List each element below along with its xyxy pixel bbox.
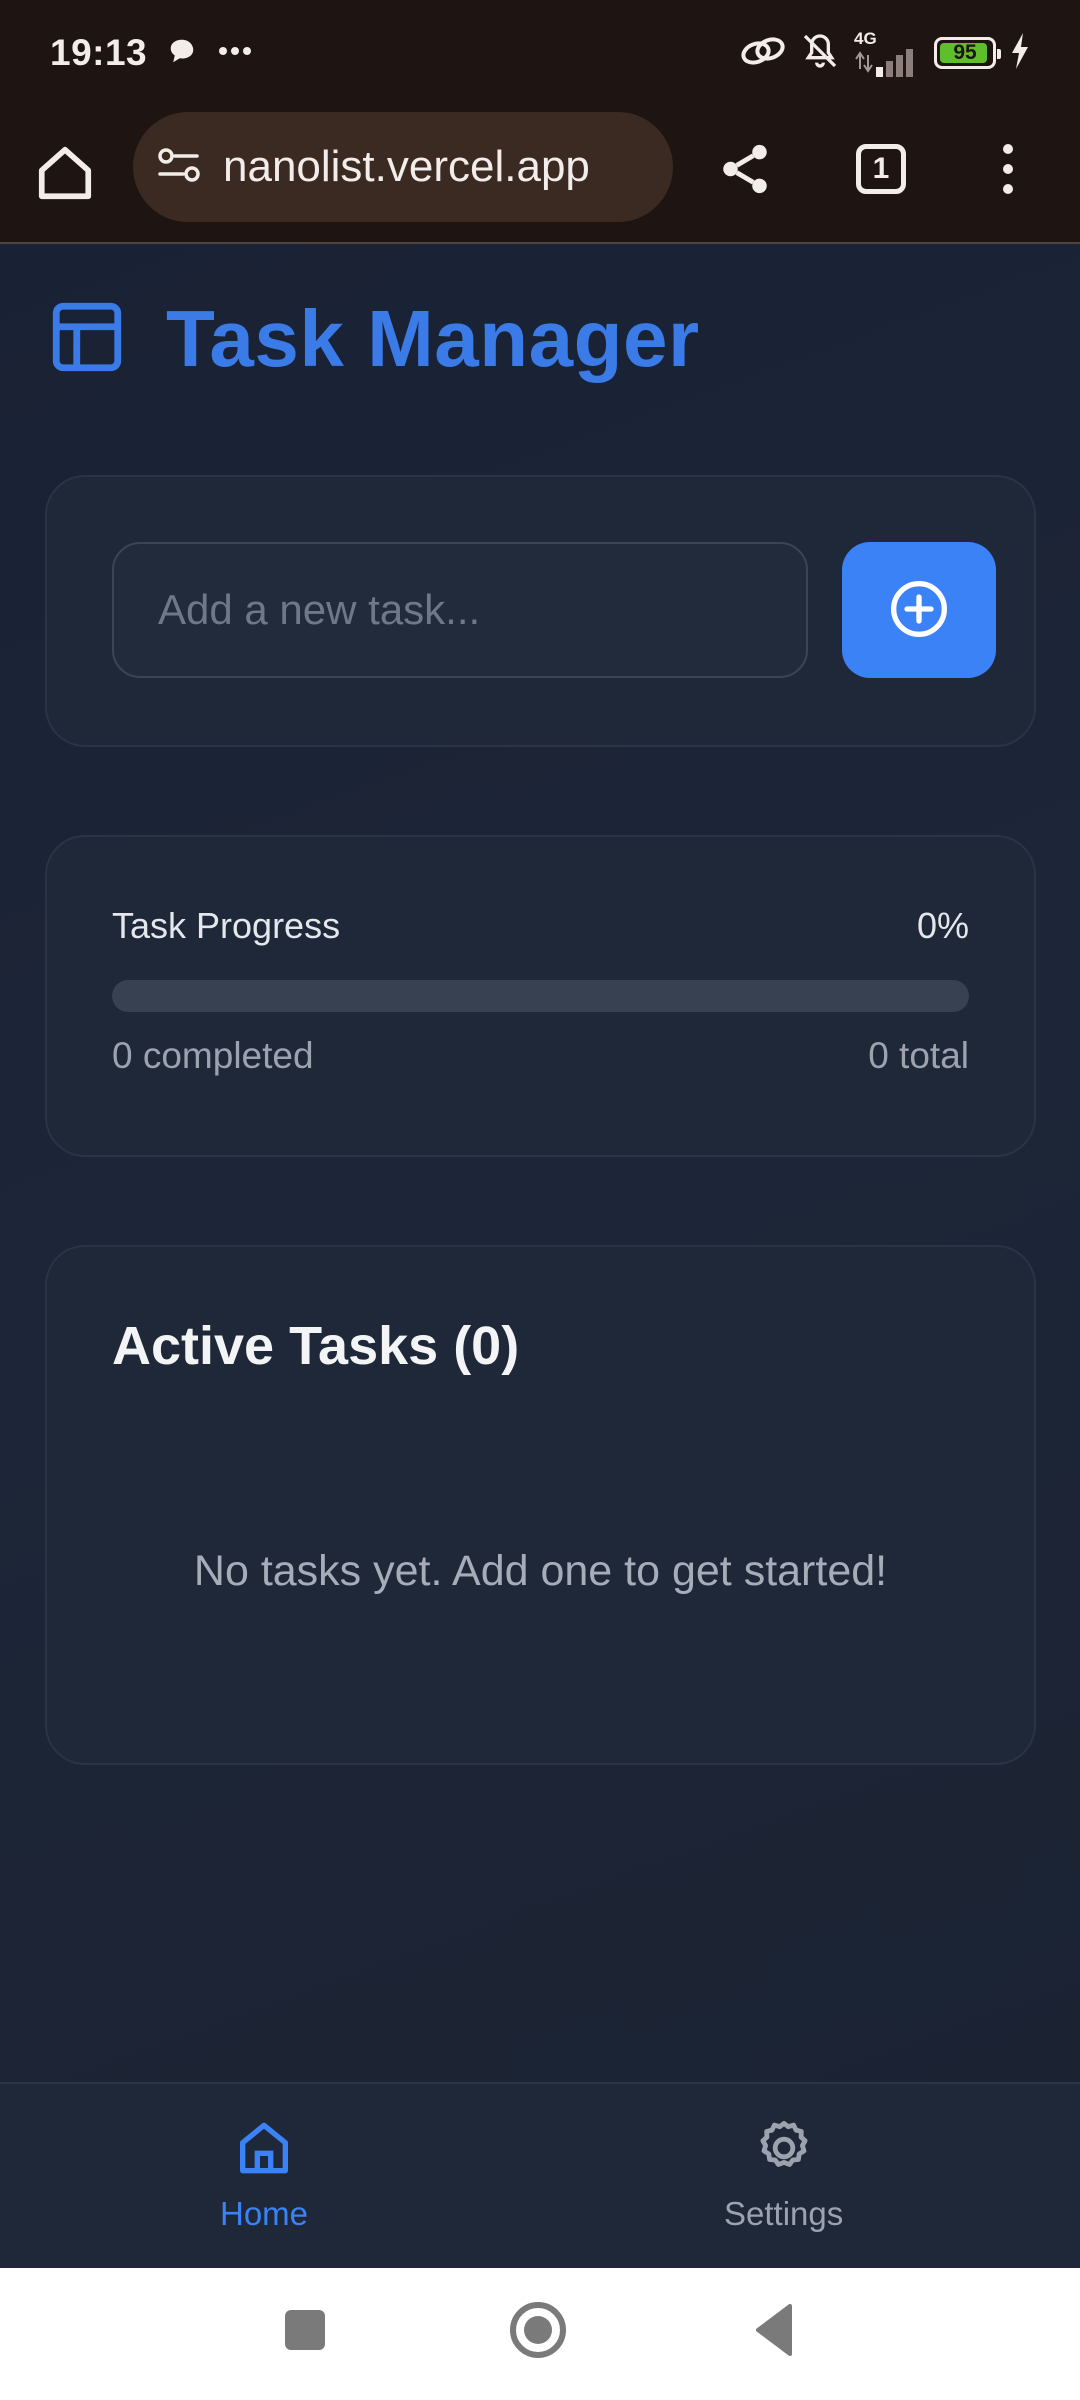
completed-count: 0 completed: [112, 1035, 314, 1076]
page-title: Task Manager: [166, 294, 700, 383]
link-icon: [740, 31, 786, 76]
progress-percent: 0%: [916, 905, 969, 946]
app-main: Task Manager Task Progress 0% 0 complete…: [0, 245, 1080, 2082]
browser-toolbar: nanolist.vercel.app 1: [0, 106, 1080, 244]
add-task-card: [45, 475, 1036, 747]
home-icon: [232, 2116, 296, 2185]
nav-home[interactable]: Home: [220, 2116, 308, 2233]
progress-header: Task Progress 0%: [112, 905, 969, 947]
nav-settings-label[interactable]: Settings: [724, 2195, 843, 2233]
nav-settings[interactable]: Settings: [724, 2116, 843, 2233]
battery-icon: 95: [934, 37, 1001, 69]
battery-level: 95: [953, 41, 977, 64]
progress-label: Task Progress: [112, 905, 341, 946]
app-header: Task Manager: [46, 293, 700, 385]
site-settings-icon[interactable]: [157, 145, 201, 190]
progress-card: Task Progress 0% 0 completed 0 total: [45, 835, 1036, 1157]
home-circle-icon[interactable]: [508, 2300, 568, 2360]
add-task-button[interactable]: [842, 542, 996, 678]
status-time: 19:13: [50, 32, 148, 73]
tasks-heading: Active Tasks (0): [112, 1316, 520, 1376]
url-text[interactable]: nanolist.vercel.app: [223, 142, 590, 192]
plus-circle-icon: [887, 577, 951, 644]
home-icon[interactable]: [34, 142, 96, 204]
status-bar: 19:13 4G 95: [0, 0, 1080, 106]
back-icon[interactable]: [750, 2300, 800, 2360]
recents-icon[interactable]: [280, 2300, 330, 2360]
charging-icon: [1010, 32, 1030, 74]
menu-icon[interactable]: [1000, 142, 1016, 196]
tab-count[interactable]: 1: [856, 144, 906, 194]
status-left: 19:13: [50, 32, 253, 74]
network-type: 4G: [854, 28, 877, 48]
more-dots-icon: [217, 44, 253, 62]
progress-bar: [112, 980, 969, 1012]
status-right: 4G 95: [740, 30, 1030, 77]
bottom-nav: Home Settings: [0, 2082, 1080, 2268]
share-icon[interactable]: [716, 140, 774, 198]
nav-home-label[interactable]: Home: [220, 2195, 308, 2233]
system-nav-bar: [0, 2268, 1080, 2400]
tabs-icon[interactable]: 1: [856, 144, 906, 194]
bell-off-icon: [800, 31, 840, 76]
task-input[interactable]: [112, 542, 808, 678]
layout-icon: [46, 296, 128, 383]
tasks-card: Active Tasks (0) No tasks yet. Add one t…: [45, 1245, 1036, 1765]
address-bar[interactable]: nanolist.vercel.app: [133, 112, 673, 222]
gear-icon: [752, 2116, 816, 2185]
empty-state-message: No tasks yet. Add one to get started!: [193, 1547, 888, 1595]
chat-bubble-icon: [167, 36, 197, 71]
total-count: 0 total: [868, 1035, 969, 1076]
progress-footer: 0 completed 0 total: [112, 1035, 969, 1077]
signal-icon: 4G: [854, 30, 920, 77]
